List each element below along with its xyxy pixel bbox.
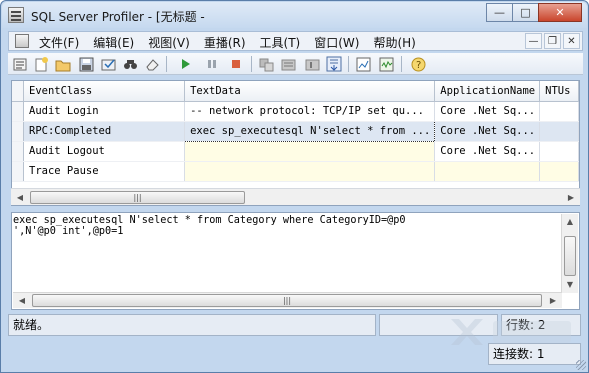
activity-monitor-icon[interactable] (378, 56, 394, 72)
detail-horizontal-scrollbar[interactable]: ◀ ||| ▶ (13, 292, 562, 308)
app-icon (8, 7, 24, 23)
cell-ntuser (539, 141, 579, 162)
performance-monitor-icon[interactable] (355, 56, 371, 72)
cell-applicationname: Core .Net Sq... (434, 101, 541, 122)
scroll-thumb[interactable] (564, 236, 576, 276)
title-bar[interactable]: SQL Server Profiler - [无标题 - — □ ✕ (2, 2, 587, 28)
table-row[interactable]: Audit Logout Core .Net Sq... (12, 141, 579, 162)
cell-eventclass: Audit Logout (23, 141, 186, 162)
scroll-thumb[interactable]: ||| (30, 191, 245, 204)
properties-icon[interactable] (100, 56, 116, 72)
scroll-left-arrow-icon[interactable]: ◀ (15, 294, 29, 307)
cell-applicationname (434, 161, 541, 182)
cell-applicationname: Core .Net Sq... (434, 121, 541, 142)
status-ready: 就绪。 (8, 314, 376, 336)
row-header[interactable] (12, 121, 24, 142)
column-header-applicationname[interactable]: ApplicationName (434, 81, 541, 102)
mdi-minimize-button[interactable]: — (525, 33, 542, 49)
toolbar-separator (401, 56, 402, 72)
document-icon[interactable] (15, 34, 29, 48)
cell-applicationname: Core .Net Sq... (434, 141, 541, 162)
menu-file[interactable]: 文件(F) (39, 34, 79, 51)
toolbar-separator (251, 56, 252, 72)
detail-line-1: exec sp_executesql N'select * from Categ… (13, 215, 406, 226)
trace-table: EventClass TextData ApplicationName NTUs… (12, 81, 579, 182)
grid-horizontal-scrollbar[interactable]: ◀ ||| ▶ (11, 188, 580, 205)
row-header[interactable] (12, 141, 24, 162)
cell-eventclass: Audit Login (23, 101, 186, 122)
maximize-button[interactable]: □ (512, 3, 539, 22)
scroll-right-arrow-icon[interactable]: ▶ (564, 191, 578, 204)
replay-cursor-icon[interactable] (304, 56, 320, 72)
scroll-up-arrow-icon[interactable]: ▲ (563, 215, 577, 228)
toolbar: ? (8, 53, 583, 75)
cell-textdata (184, 141, 436, 162)
cell-textdata: exec sp_executesql N'select * from ... (184, 120, 436, 142)
save-icon[interactable] (78, 56, 94, 72)
scroll-down-arrow-icon[interactable]: ▼ (563, 278, 577, 291)
resize-grip-icon[interactable] (576, 360, 586, 370)
cell-eventclass: Trace Pause (23, 161, 186, 182)
detail-vertical-scrollbar[interactable]: ▲ ▼ (561, 214, 578, 293)
minimize-button[interactable]: — (486, 3, 513, 22)
mdi-restore-button[interactable]: ❐ (544, 33, 561, 49)
mdi-caption-buttons: — ❐ ✕ (523, 33, 580, 49)
menu-window[interactable]: 窗口(W) (314, 34, 359, 51)
scroll-thumb[interactable]: ||| (32, 294, 542, 307)
cell-textdata (184, 161, 436, 182)
toolbar-separator (348, 56, 349, 72)
row-header-corner (12, 81, 24, 102)
textdata-detail-pane[interactable]: exec sp_executesql N'select * from Categ… (11, 212, 580, 310)
row-header[interactable] (12, 161, 24, 182)
replay-step-icon[interactable] (258, 56, 274, 72)
detail-text[interactable]: exec sp_executesql N'select * from Categ… (13, 215, 563, 237)
cell-ntuser (539, 121, 579, 142)
open-icon[interactable] (55, 56, 71, 72)
new-trace-icon[interactable] (12, 56, 28, 72)
svg-text:?: ? (416, 60, 421, 71)
watermark-logo (451, 319, 571, 345)
stop-icon[interactable] (228, 56, 244, 72)
menu-view[interactable]: 视图(V) (148, 34, 190, 51)
toolbar-separator (166, 56, 167, 72)
scroll-right-arrow-icon[interactable]: ▶ (546, 294, 560, 307)
auto-scroll-icon[interactable] (326, 56, 342, 72)
column-header-eventclass[interactable]: EventClass (23, 81, 186, 102)
scroll-left-arrow-icon[interactable]: ◀ (13, 191, 27, 204)
cell-ntuser (539, 161, 579, 182)
profiler-window: SQL Server Profiler - [无标题 - — □ ✕ 文件(F)… (0, 0, 589, 373)
table-row-selected[interactable]: RPC:Completed exec sp_executesql N'selec… (12, 120, 579, 142)
menu-edit[interactable]: 编辑(E) (93, 34, 134, 51)
table-row[interactable]: Audit Login -- network protocol: TCP/IP … (12, 101, 579, 122)
window-title: SQL Server Profiler - [无标题 - (31, 10, 205, 24)
menu-bar: 文件(F) 编辑(E) 视图(V) 重播(R) 工具(T) 窗口(W) 帮助(H… (8, 31, 583, 51)
column-header-ntuser[interactable]: NTUs (539, 81, 579, 102)
table-header-row: EventClass TextData ApplicationName NTUs (12, 81, 579, 102)
replay-run-icon[interactable] (280, 56, 296, 72)
menu-help[interactable]: 帮助(H) (373, 34, 415, 51)
cell-eventclass: RPC:Completed (23, 121, 186, 142)
clear-icon[interactable] (144, 56, 160, 72)
mdi-close-button[interactable]: ✕ (563, 33, 580, 49)
close-button[interactable]: ✕ (538, 3, 582, 22)
row-header[interactable] (12, 101, 24, 122)
table-row[interactable]: Trace Pause (12, 161, 579, 182)
caption-buttons: — □ ✕ (486, 3, 582, 22)
help-icon[interactable]: ? (410, 56, 426, 72)
cell-ntuser (539, 101, 579, 122)
menu-tools[interactable]: 工具(T) (260, 34, 301, 51)
detail-line-2: ',N'@p0 int',@p0=1 (13, 226, 124, 237)
new-template-icon[interactable] (33, 56, 49, 72)
find-icon[interactable] (122, 56, 138, 72)
run-icon[interactable] (178, 56, 194, 72)
column-header-textdata[interactable]: TextData (184, 81, 436, 102)
menu-replay[interactable]: 重播(R) (204, 34, 246, 51)
cell-textdata: -- network protocol: TCP/IP set qu... (184, 101, 436, 122)
pause-icon[interactable] (204, 56, 220, 72)
